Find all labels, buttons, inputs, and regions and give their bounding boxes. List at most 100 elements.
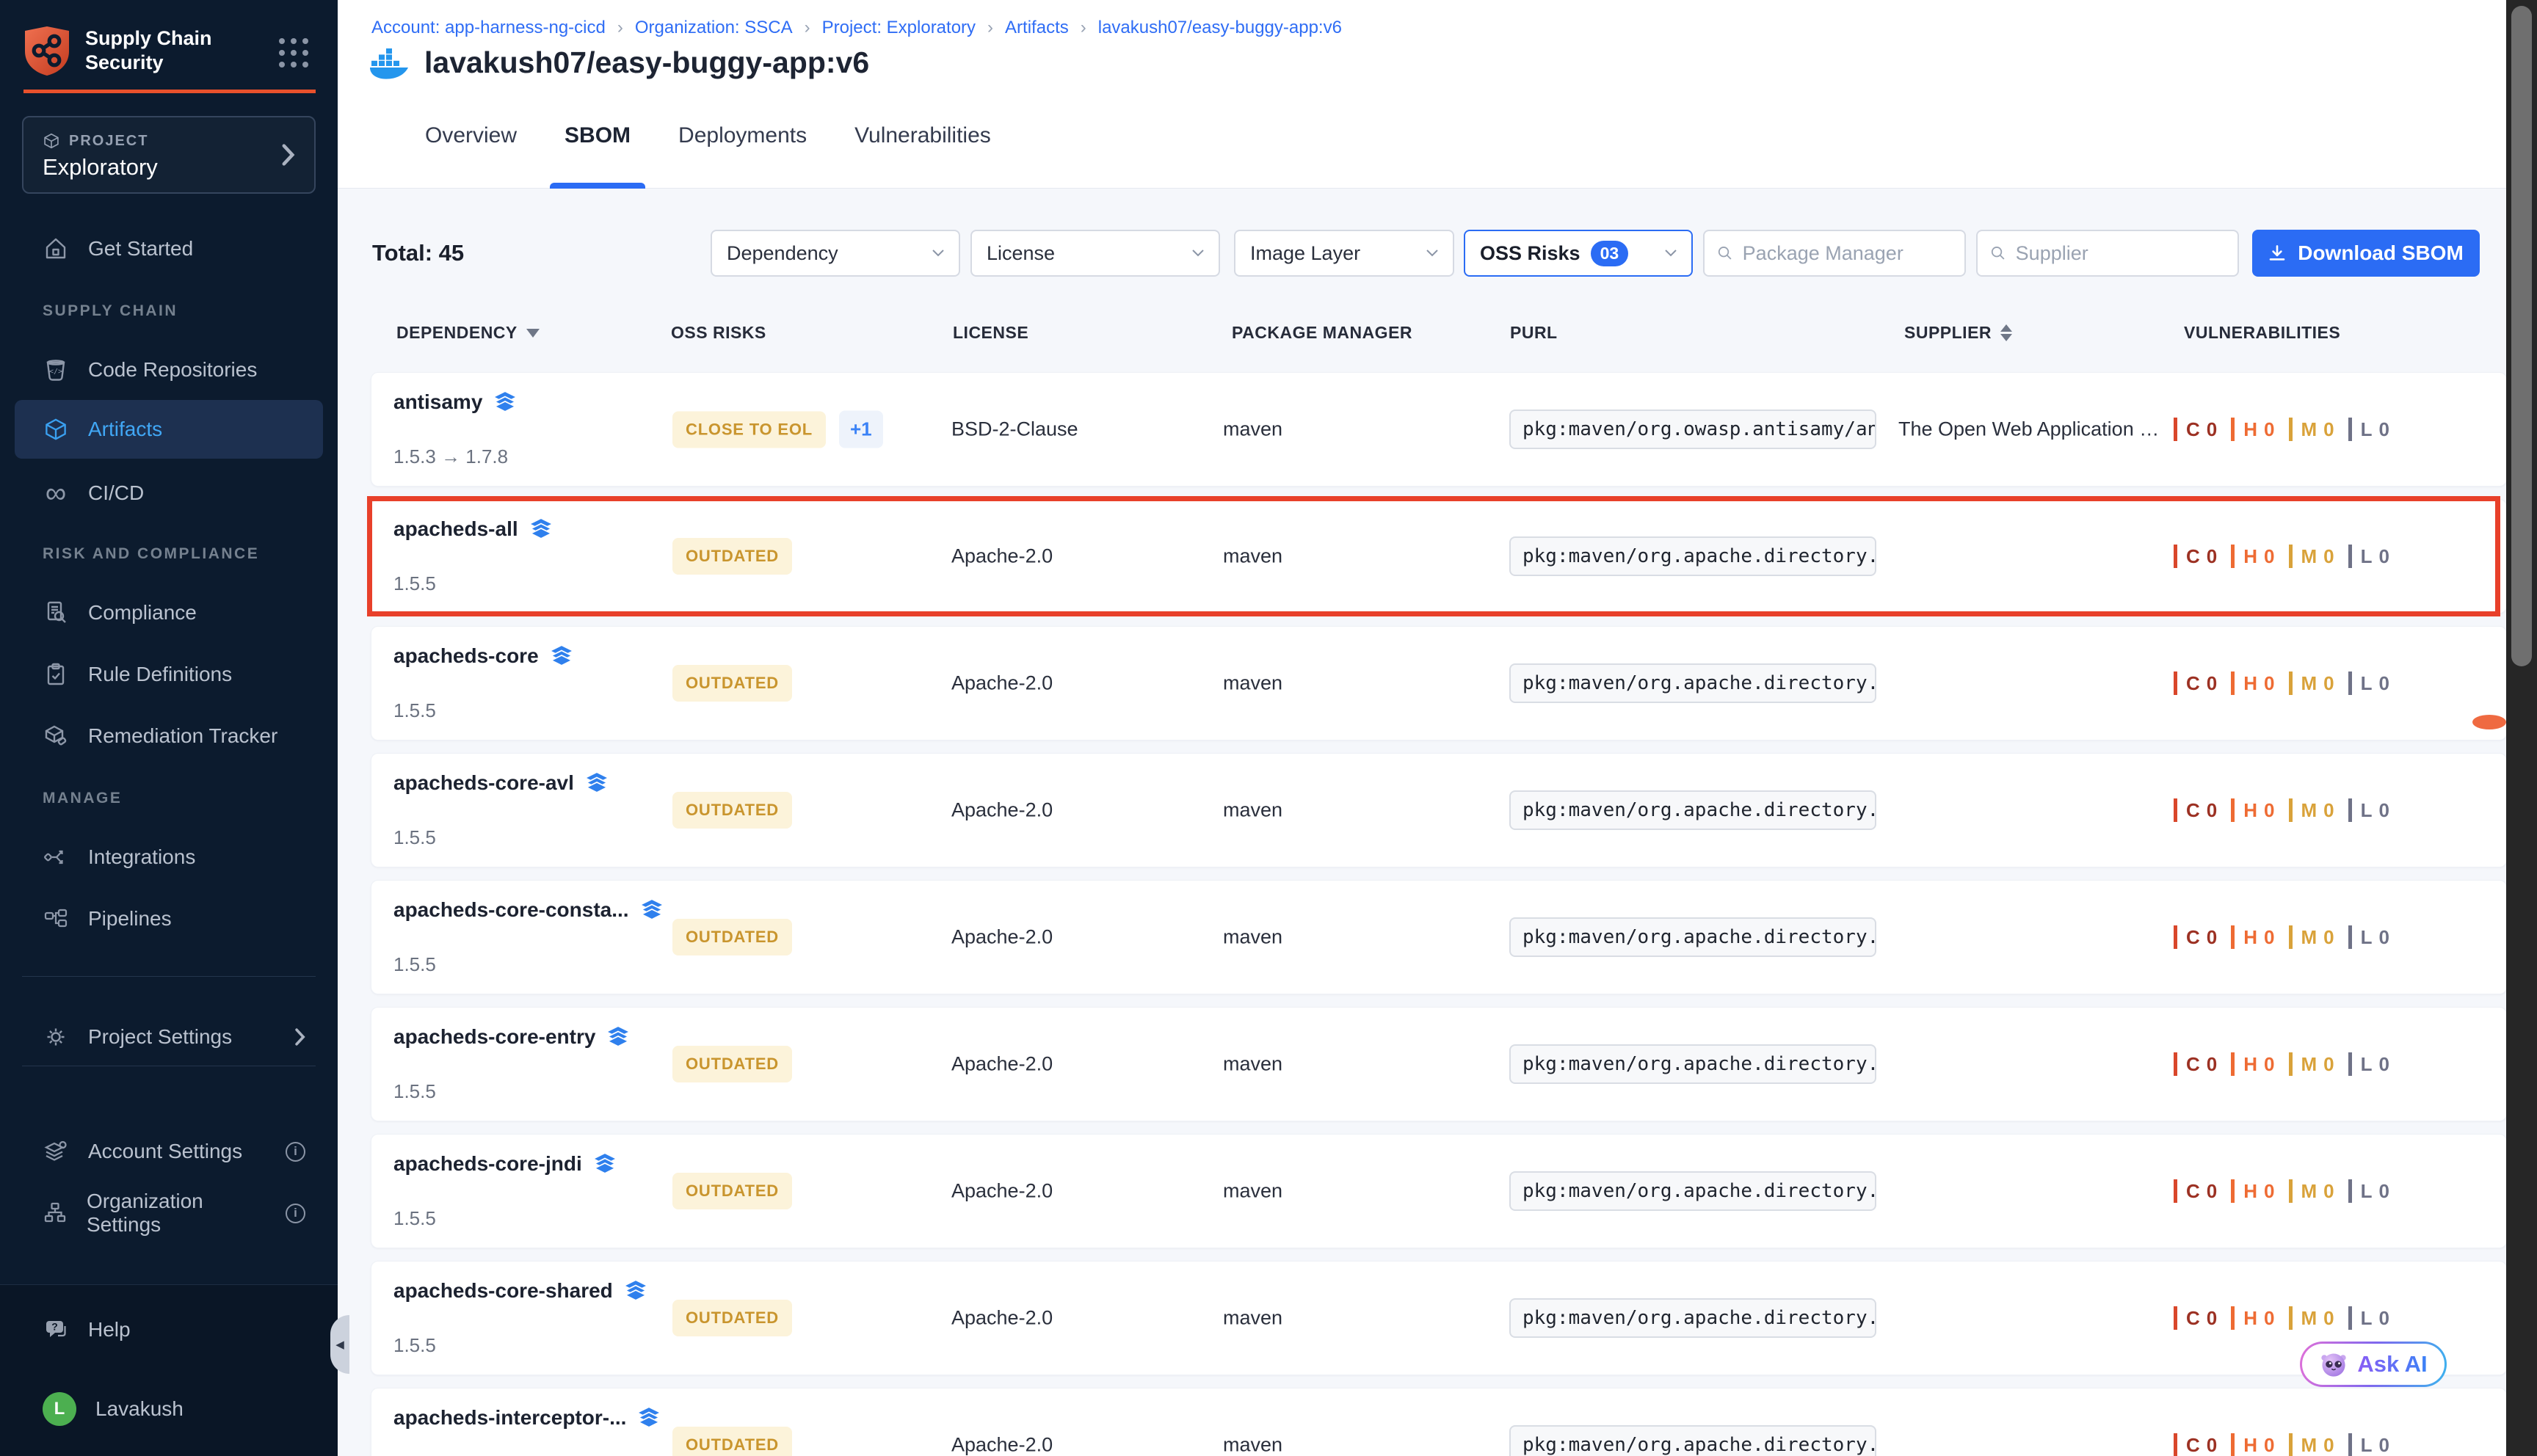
chevron-down-icon — [1665, 250, 1677, 257]
tab-overview[interactable]: Overview — [422, 123, 520, 189]
info-icon[interactable]: i — [286, 1204, 305, 1223]
column-label: DEPENDENCY — [396, 323, 518, 343]
severity-bar — [2174, 418, 2177, 441]
column-header-oss-risks: OSS RISKS — [671, 323, 766, 343]
app-logo: Supply Chain Security — [23, 25, 212, 76]
tab-sbom[interactable]: SBOM — [562, 123, 634, 189]
sidebar-item-pipelines[interactable]: Pipelines — [15, 895, 323, 942]
table-row[interactable]: apacheds-interceptor-... 1.5.5 OUTDATED … — [371, 1388, 2507, 1456]
breadcrumb-artifact[interactable]: lavakush07/easy-buggy-app:v6 — [1098, 18, 1342, 38]
sidebar-item-integrations[interactable]: Integrations — [15, 834, 323, 881]
critical-count: C0 — [2174, 1052, 2218, 1076]
license-filter-dropdown[interactable]: License — [970, 230, 1220, 277]
sidebar-item-artifacts[interactable]: Artifacts — [15, 400, 323, 459]
download-sbom-button[interactable]: Download SBOM — [2252, 230, 2480, 277]
severity-bar — [2231, 925, 2235, 949]
tab-deployments[interactable]: Deployments — [675, 123, 810, 189]
package-manager-input[interactable] — [1743, 242, 1951, 265]
sidebar-collapse-handle[interactable]: ◀ — [330, 1315, 349, 1374]
severity-bar — [2174, 1433, 2177, 1456]
ask-ai-button[interactable]: Ask AI — [2300, 1342, 2447, 1387]
medium-count: M0 — [2289, 925, 2335, 949]
ask-ai-label: Ask AI — [2357, 1351, 2427, 1377]
column-header-dependency[interactable]: DEPENDENCY — [396, 323, 540, 343]
sidebar-item-label: Pipelines — [88, 907, 172, 931]
total-count: Total: 45 — [372, 240, 464, 266]
breadcrumb-separator: › — [987, 18, 993, 38]
license-value: Apache-2.0 — [951, 545, 1053, 568]
image-layer-filter-dropdown[interactable]: Image Layer — [1234, 230, 1454, 277]
dependency-name: apacheds-core-shared — [393, 1279, 647, 1303]
oss-risks-filter-dropdown[interactable]: OSS Risks 03 — [1464, 230, 1693, 277]
avatar: L — [43, 1392, 76, 1426]
sidebar-item-account-settings[interactable]: Account Settings i — [15, 1128, 323, 1175]
breadcrumb-account[interactable]: Account: app-harness-ng-cicd — [371, 18, 606, 38]
purl-chip[interactable]: pkg:maven/org.owasp.antisamy/ant… — [1509, 410, 1876, 449]
breadcrumb-organization[interactable]: Organization: SSCA — [635, 18, 793, 38]
column-header-supplier[interactable]: SUPPLIER — [1904, 323, 2012, 343]
sidebar-item-get-started[interactable]: Get Started — [15, 225, 323, 272]
table-row[interactable]: apacheds-core-entry 1.5.5 OUTDATED Apach… — [371, 1007, 2507, 1121]
info-icon[interactable]: i — [286, 1142, 305, 1162]
dependency-version: 1.5.5 — [393, 826, 436, 849]
table-row[interactable]: antisamy 1.5.3 → 1.7.8 CLOSE TO EOL +1 B… — [371, 372, 2507, 487]
purl-chip[interactable]: pkg:maven/org.apache.directory.s… — [1509, 1171, 1876, 1211]
table-row[interactable]: apacheds-all 1.5.5 OUTDATED Apache-2.0 m… — [371, 499, 2507, 614]
sidebar-item-user[interactable]: L Lavakush — [15, 1386, 323, 1433]
dependency-label: apacheds-core-avl — [393, 771, 574, 795]
sidebar-item-remediation-tracker[interactable]: Remediation Tracker — [15, 713, 323, 760]
severity-bar — [2289, 925, 2293, 949]
low-count: L0 — [2348, 1433, 2390, 1456]
sidebar-item-project-settings[interactable]: Project Settings — [15, 1013, 323, 1060]
table-row[interactable]: apacheds-core-consta... 1.5.5 OUTDATED A… — [371, 880, 2507, 994]
severity-bar — [2174, 1052, 2177, 1076]
purl-chip[interactable]: pkg:maven/org.apache.directory.s… — [1509, 917, 1876, 957]
medium-count: M0 — [2289, 1052, 2335, 1076]
sidebar-item-label: Project Settings — [88, 1025, 232, 1049]
project-name: Exploratory — [43, 154, 158, 181]
help-chat-icon: ? — [43, 1317, 69, 1342]
project-selector[interactable]: PROJECT Exploratory — [22, 116, 316, 194]
high-count: H0 — [2231, 1306, 2275, 1330]
table-row[interactable]: apacheds-core 1.5.5 OUTDATED Apache-2.0 … — [371, 626, 2507, 740]
dependency-filter-dropdown[interactable]: Dependency — [711, 230, 960, 277]
purl-chip[interactable]: pkg:maven/org.apache.directory.s… — [1509, 1425, 1876, 1456]
sidebar-item-compliance[interactable]: Compliance — [15, 589, 323, 636]
column-header-package-manager: PACKAGE MANAGER — [1232, 323, 1412, 343]
artifacts-box-icon — [43, 417, 69, 442]
package-manager-value: maven — [1223, 1434, 1282, 1456]
organization-settings-icon — [43, 1201, 68, 1226]
scrollbar-track[interactable] — [2506, 0, 2537, 1456]
layers-icon — [638, 1408, 660, 1428]
table-row[interactable]: apacheds-core-shared 1.5.5 OUTDATED Apac… — [371, 1261, 2507, 1375]
purl-chip[interactable]: pkg:maven/org.apache.directory.s… — [1509, 536, 1876, 576]
severity-bar — [2174, 798, 2177, 822]
breadcrumb: Account: app-harness-ng-cicd › Organizat… — [371, 18, 1342, 38]
sidebar-item-organization-settings[interactable]: Organization Settings i — [15, 1190, 323, 1237]
purl-chip[interactable]: pkg:maven/org.apache.directory.s… — [1509, 790, 1876, 830]
license-value: Apache-2.0 — [951, 926, 1053, 949]
purl-chip[interactable]: pkg:maven/org.apache.directory.s… — [1509, 1298, 1876, 1338]
breadcrumb-artifacts[interactable]: Artifacts — [1005, 18, 1069, 38]
sidebar-item-code-repositories[interactable]: </> Code Repositories — [15, 346, 323, 393]
table-row[interactable]: apacheds-core-jndi 1.5.5 OUTDATED Apache… — [371, 1134, 2507, 1248]
project-label-row: PROJECT — [43, 132, 148, 150]
sidebar-item-help[interactable]: ? Help — [15, 1306, 323, 1353]
download-sbom-label: Download SBOM — [2298, 241, 2464, 265]
app-title: Supply Chain Security — [85, 26, 212, 75]
purl-chip[interactable]: pkg:maven/org.apache.directory.s… — [1509, 1044, 1876, 1084]
column-header-vulnerabilities: VULNERABILITIES — [2184, 323, 2340, 343]
oss-risks-count-badge: 03 — [1591, 241, 1629, 266]
module-grid-icon[interactable] — [279, 38, 308, 68]
purl-chip[interactable]: pkg:maven/org.apache.directory.s… — [1509, 663, 1876, 703]
breadcrumb-project[interactable]: Project: Exploratory — [822, 18, 976, 38]
sidebar-item-cicd[interactable]: ∞ CI/CD — [15, 470, 323, 517]
oss-risk-more-badge[interactable]: +1 — [839, 411, 883, 448]
scrollbar-thumb[interactable] — [2511, 6, 2532, 666]
dependency-version: 1.5.5 — [393, 699, 436, 722]
tab-vulnerabilities[interactable]: Vulnerabilities — [852, 123, 994, 189]
sidebar-item-rule-definitions[interactable]: Rule Definitions — [15, 651, 323, 698]
supplier-input[interactable] — [2016, 242, 2224, 265]
critical-count: C0 — [2174, 418, 2218, 441]
table-row[interactable]: apacheds-core-avl 1.5.5 OUTDATED Apache-… — [371, 753, 2507, 867]
